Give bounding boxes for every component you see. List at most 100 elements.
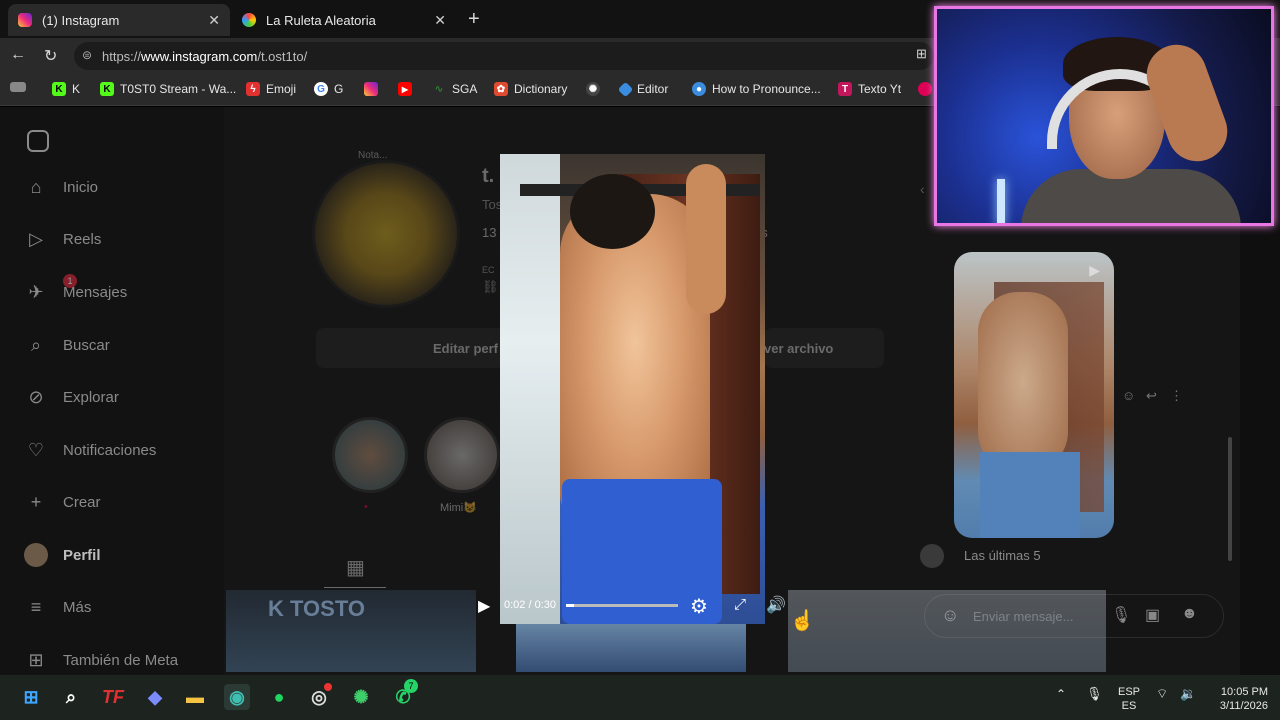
sidebar-item-buscar[interactable]: ⌕ Buscar <box>24 333 110 357</box>
sidebar-item-mensajes[interactable]: ✈ 1 Mensajes <box>24 274 127 304</box>
apps-icon[interactable]: ⊞ <box>916 46 927 62</box>
reel-icon: ▶ <box>1089 262 1100 278</box>
instagram-logo-icon[interactable] <box>27 130 49 152</box>
bookmark-dictionary[interactable]: ✿ Dictionary <box>494 82 567 96</box>
shared-video-thumbnail[interactable]: ▶ <box>954 252 1114 538</box>
chatgpt-icon[interactable]: ✺ <box>348 684 374 710</box>
bookmark-openai[interactable]: ✺ <box>586 82 606 96</box>
shared-post-caption: Las últimas 5 <box>964 548 1041 563</box>
reload-icon[interactable]: ↻ <box>44 46 57 66</box>
texto-icon: T <box>838 82 852 96</box>
clock[interactable]: 10:05 PM 3/11/2026 <box>1204 685 1268 713</box>
bookmarks-menu-icon[interactable] <box>10 82 32 92</box>
image-icon[interactable]: ▣ <box>1145 605 1160 625</box>
diamond-app-icon[interactable]: ◆ <box>142 684 168 710</box>
tray-chevron-up-icon[interactable]: ⌃ <box>1056 687 1066 701</box>
more-options-icon[interactable]: ⋮ <box>1170 388 1183 404</box>
url-prefix: https:// <box>102 48 142 64</box>
bookmark-emoji[interactable]: ϟ Emoji <box>246 82 296 96</box>
clock-date: 3/11/2026 <box>1219 700 1268 712</box>
bookmark-sga[interactable]: ∿ SGA <box>432 82 478 96</box>
video-controls: ▶ 0:02 / 0:30 ⚙ ⤢ 🔊 <box>470 590 800 624</box>
profile-avatar[interactable] <box>312 160 460 308</box>
sidebar-item-label: Buscar <box>63 336 110 354</box>
sidebar-item-reels[interactable]: ▷ Reels <box>24 227 101 251</box>
view-archive-button[interactable]: ver archivo <box>764 328 884 368</box>
reaction-icon[interactable]: ☺ <box>1122 388 1135 403</box>
bookmark-site-icon <box>918 82 932 96</box>
sidebar-item-label: Explorar <box>63 388 119 406</box>
microphone-icon[interactable]: 🎙 <box>1111 605 1131 625</box>
mouse-cursor-icon: ☝ <box>790 610 815 632</box>
volume-icon[interactable]: 🔊 <box>766 595 786 615</box>
pronounce-icon: ● <box>692 82 706 96</box>
url-field[interactable]: ⊜ https://www.instagram.com/t.ost1to/ <box>74 42 934 70</box>
link-icon[interactable]: ⛓ <box>482 279 499 295</box>
home-icon: ⌂ <box>30 176 42 197</box>
sticker-icon[interactable]: ☻ <box>1181 605 1198 623</box>
edit-profile-button[interactable]: Editar perf <box>316 328 506 368</box>
chevron-left-icon[interactable]: ‹ <box>920 181 925 197</box>
video-progress-fill <box>566 604 574 607</box>
posts-grid-icon[interactable]: ▦ <box>346 555 365 580</box>
close-tab-icon[interactable]: ✕ <box>208 12 220 29</box>
instagram-icon <box>18 13 32 27</box>
search-icon[interactable]: ⌕ <box>58 684 84 710</box>
tab-ruleta[interactable]: La Ruleta Aleatoria ✕ <box>232 4 456 36</box>
bookmark-texto-yt[interactable]: T Texto Yt <box>838 82 901 96</box>
microphone-icon[interactable]: 🎙 <box>1086 687 1103 701</box>
chat-scrollbar[interactable] <box>1228 437 1232 561</box>
sidebar-item-crear[interactable]: + Crear <box>24 490 101 514</box>
sidebar-item-label: Reels <box>63 230 102 248</box>
message-count-badge: 1 <box>63 274 77 288</box>
windows-start-icon[interactable]: ⊞ <box>18 684 44 710</box>
site-info-icon[interactable]: ⊜ <box>82 48 92 62</box>
bookmark-how-to-pronounce[interactable]: ● How to Pronounce... <box>692 82 821 96</box>
sidebar-item-mas[interactable]: ≡ Más <box>24 595 92 619</box>
tab-label: (1) Instagram <box>42 12 120 28</box>
bookmark-label: Emoji <box>266 82 297 96</box>
bookmark-label: SGA <box>452 82 478 96</box>
bookmark-instagram[interactable] <box>364 82 384 96</box>
bookmark-k[interactable]: KK <box>52 82 80 96</box>
new-tab-icon[interactable]: + <box>468 8 480 31</box>
video-player[interactable] <box>500 154 765 624</box>
overlay-panel-right <box>788 590 1106 672</box>
back-icon[interactable]: ← <box>10 46 26 64</box>
sidebar-item-inicio[interactable]: ⌂ Inicio <box>24 175 98 199</box>
kick-icon: K <box>100 82 114 96</box>
tab-instagram[interactable]: (1) Instagram ✕ <box>8 4 230 36</box>
youtube-icon: ▶ <box>398 82 412 96</box>
sidebar-item-label: También de Meta <box>63 651 179 669</box>
reels-icon: ▷ <box>29 228 43 249</box>
sidebar-item-explorar[interactable]: ⊘ Explorar <box>24 385 119 409</box>
close-tab-icon[interactable]: ✕ <box>434 12 446 29</box>
wifi-icon[interactable]: ⌔ <box>1156 687 1168 701</box>
fullscreen-icon[interactable]: ⤢ <box>734 596 746 613</box>
spotify-icon[interactable]: ● <box>266 684 292 710</box>
clock-time: 10:05 PM <box>1220 686 1268 698</box>
file-explorer-icon[interactable]: ▬ <box>182 684 208 710</box>
overlay-panel-center <box>516 624 746 672</box>
bookmark-tosto-stream[interactable]: K T0ST0 Stream - Wa... <box>100 82 236 96</box>
tab-label: La Ruleta Aleatoria <box>266 12 376 28</box>
bookmark-youtube[interactable]: ▶ <box>398 82 418 96</box>
reply-icon[interactable]: ↩ <box>1146 388 1157 404</box>
bookmark-google[interactable]: GG <box>314 82 343 96</box>
highlight-2[interactable] <box>424 417 500 493</box>
video-progress-bar[interactable] <box>566 604 678 607</box>
sidebar-item-perfil[interactable]: Perfil <box>24 543 101 567</box>
language-indicator[interactable]: ESP ES <box>1118 685 1140 713</box>
speaker-icon[interactable]: 🔉 <box>1180 687 1196 701</box>
sidebar-item-tambien-de-meta[interactable]: ⊞ También de Meta <box>24 648 178 672</box>
settings-gear-icon[interactable]: ⚙ <box>690 594 708 619</box>
sidebar-item-label: Más <box>63 598 92 616</box>
bookmark-editor[interactable]: Editor <box>617 81 668 97</box>
edit-profile-label: Editar perf <box>432 340 498 356</box>
sidebar-item-notificaciones[interactable]: ♡ Notificaciones <box>24 438 156 462</box>
highlight-1[interactable] <box>332 417 408 493</box>
play-icon[interactable]: ▶ <box>478 596 490 616</box>
edge-icon[interactable]: ◉ <box>224 684 250 710</box>
tf-app-icon[interactable]: TF <box>100 684 126 710</box>
bookmark-label: K <box>72 82 81 96</box>
